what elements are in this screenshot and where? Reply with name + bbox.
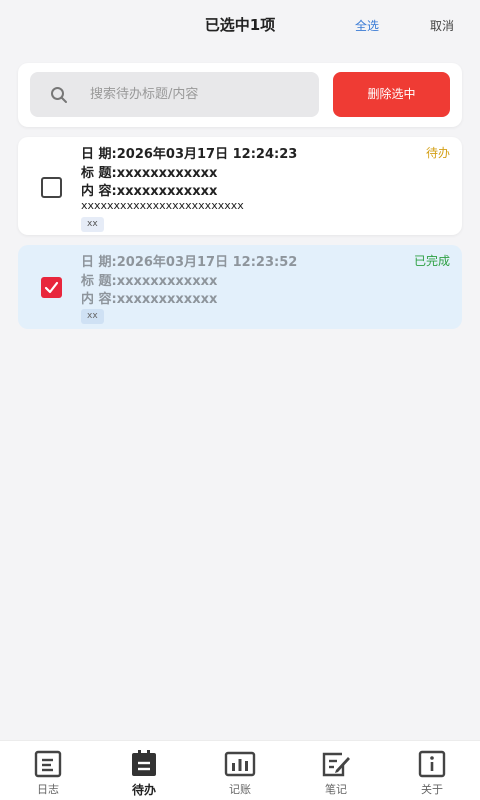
- todo-item[interactable]: 日 期:2026年03月17日 12:23:52 标 题:xxxxxxxxxxx…: [18, 245, 462, 329]
- todo-item[interactable]: 日 期:2026年03月17日 12:24:23 标 题:xxxxxxxxxxx…: [18, 137, 462, 235]
- search-toolbar: 删除选中: [18, 63, 462, 127]
- header: 已选中1项 全选 取消: [0, 0, 480, 52]
- chart-icon: [224, 751, 256, 777]
- nav-item-journal[interactable]: 日志: [0, 741, 96, 800]
- nav-label: 待办: [131, 783, 156, 797]
- nav-item-accounting[interactable]: 记账: [192, 741, 288, 800]
- note-edit-icon: [322, 752, 350, 777]
- select-all-button[interactable]: 全选: [355, 17, 379, 34]
- nav-label: 关于: [421, 783, 443, 796]
- delete-selected-button[interactable]: 删除选中: [333, 72, 450, 117]
- status-badge: 待办: [425, 146, 450, 160]
- todo-icon: [132, 750, 156, 776]
- item-title: 标 题:xxxxxxxxxxxx: [81, 166, 218, 181]
- nav-item-todo[interactable]: 待办: [96, 741, 192, 800]
- status-badge: 已完成: [413, 254, 450, 268]
- info-icon: [418, 750, 446, 778]
- search-icon: [50, 86, 68, 104]
- page-title: 已选中1项: [204, 16, 276, 34]
- nav-label: 日志: [37, 783, 59, 796]
- item-tag: xx: [81, 217, 104, 232]
- bottom-nav: 日志 待办 记账 笔记 关于: [0, 740, 480, 800]
- nav-item-about[interactable]: 关于: [384, 741, 480, 800]
- search-box[interactable]: [30, 72, 319, 117]
- item-title: 标 题:xxxxxxxxxxxx: [81, 274, 218, 289]
- search-input[interactable]: [90, 72, 310, 117]
- item-content: 内 容:xxxxxxxxxxxx: [81, 184, 218, 199]
- journal-icon: [34, 750, 62, 778]
- item-content-extra: xxxxxxxxxxxxxxxxxxxxxxxxx: [81, 199, 244, 212]
- nav-item-notes[interactable]: 笔记: [288, 741, 384, 800]
- checkmark-icon: [44, 281, 59, 294]
- item-checkbox-checked[interactable]: [41, 277, 62, 298]
- item-content: 内 容:xxxxxxxxxxxx: [81, 292, 218, 307]
- item-date: 日 期:2026年03月17日 12:24:23: [81, 147, 298, 162]
- nav-label: 笔记: [325, 783, 347, 796]
- item-date: 日 期:2026年03月17日 12:23:52: [81, 255, 298, 270]
- item-checkbox-unchecked[interactable]: [41, 177, 62, 198]
- nav-label: 记账: [229, 783, 251, 796]
- item-tag: xx: [81, 309, 104, 324]
- cancel-button[interactable]: 取消: [430, 17, 454, 34]
